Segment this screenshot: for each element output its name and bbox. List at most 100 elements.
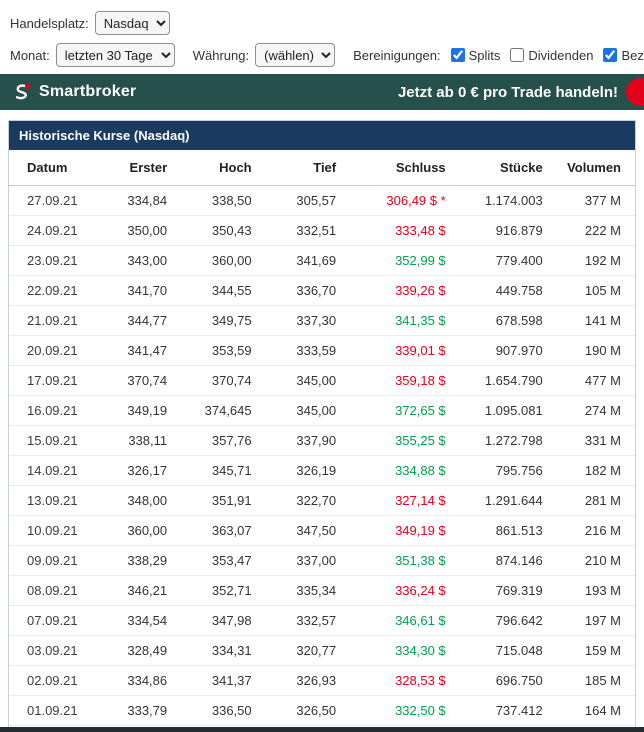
close-price: 359,18 $ <box>395 373 446 388</box>
cell-erster: 349,19 <box>97 396 182 426</box>
dividends-checkbox[interactable] <box>510 48 524 62</box>
table-row: 22.09.21341,70344,55336,70339,26 $449.75… <box>9 276 635 306</box>
cell-erster: 334,84 <box>97 186 182 216</box>
cell-schluss: 372,65 $ <box>350 396 460 426</box>
historical-prices-card: Historische Kurse (Nasdaq) DatumErsterHo… <box>8 120 636 732</box>
cell-erster: 334,54 <box>97 606 182 636</box>
cell-volumen: 197 M <box>557 606 635 636</box>
cell-hoch: 351,91 <box>181 486 266 516</box>
cell-volumen: 477 M <box>557 366 635 396</box>
cell-schluss: 333,48 $ <box>350 216 460 246</box>
cell-erster: 341,70 <box>97 276 182 306</box>
cell-datum: 22.09.21 <box>9 276 97 306</box>
cell-stuecke: 737.412 <box>460 696 557 726</box>
cell-hoch: 353,59 <box>181 336 266 366</box>
dividends-checkbox-label: Dividenden <box>528 48 593 63</box>
cell-erster: 370,74 <box>97 366 182 396</box>
cell-volumen: 222 M <box>557 216 635 246</box>
cell-stuecke: 779.400 <box>460 246 557 276</box>
dividends-checkbox-wrap[interactable]: Dividenden <box>510 48 593 63</box>
promo-banner[interactable]: Smartbroker Jetzt ab 0 € pro Trade hande… <box>0 74 644 110</box>
cell-stuecke: 696.750 <box>460 666 557 696</box>
cell-datum: 02.09.21 <box>9 666 97 696</box>
column-header-tief: Tief <box>266 150 351 186</box>
column-header-hoch: Hoch <box>181 150 266 186</box>
table-row: 14.09.21326,17345,71326,19334,88 $795.75… <box>9 456 635 486</box>
footnote-asterisk: * <box>437 193 446 208</box>
close-price: 333,48 $ <box>395 223 446 238</box>
cell-stuecke: 1.272.798 <box>460 426 557 456</box>
cell-tief: 337,90 <box>266 426 351 456</box>
column-header-stcke: Stücke <box>460 150 557 186</box>
currency-select[interactable]: (wählen) <box>255 43 335 67</box>
table-row: 07.09.21334,54347,98332,57346,61 $796.64… <box>9 606 635 636</box>
cell-tief: 332,51 <box>266 216 351 246</box>
cell-schluss: 349,19 $ <box>350 516 460 546</box>
cell-volumen: 331 M <box>557 426 635 456</box>
cell-schluss: 346,61 $ <box>350 606 460 636</box>
cell-hoch: 374,645 <box>181 396 266 426</box>
marketplace-select[interactable]: Nasdaq <box>95 11 170 35</box>
adjustments-label: Bereinigungen: <box>353 48 440 63</box>
close-price: 328,53 $ <box>395 673 446 688</box>
close-price: 355,25 $ <box>395 433 446 448</box>
cell-stuecke: 678.598 <box>460 306 557 336</box>
brand-name: Smartbroker <box>39 83 136 101</box>
close-price: 346,61 $ <box>395 613 446 628</box>
cell-datum: 14.09.21 <box>9 456 97 486</box>
cell-schluss: 341,35 $ <box>350 306 460 336</box>
cell-erster: 326,17 <box>97 456 182 486</box>
cell-tief: 337,30 <box>266 306 351 336</box>
cell-hoch: 338,50 <box>181 186 266 216</box>
marketplace-label: Handelsplatz: <box>10 16 89 31</box>
cell-stuecke: 795.756 <box>460 456 557 486</box>
cell-tief: 335,34 <box>266 576 351 606</box>
cell-volumen: 164 M <box>557 696 635 726</box>
cell-tief: 347,50 <box>266 516 351 546</box>
cell-tief: 341,69 <box>266 246 351 276</box>
subscription-rights-checkbox-label: Bezugsrechte <box>621 48 644 63</box>
cell-tief: 345,00 <box>266 396 351 426</box>
splits-checkbox-wrap[interactable]: Splits <box>451 48 501 63</box>
cell-tief: 326,19 <box>266 456 351 486</box>
promo-text: Jetzt ab 0 € pro Trade handeln! <box>398 84 618 101</box>
subscription-rights-checkbox[interactable] <box>603 48 617 62</box>
subscription-rights-checkbox-wrap[interactable]: Bezugsrechte <box>603 48 644 63</box>
cell-datum: 23.09.21 <box>9 246 97 276</box>
promo-badge[interactable] <box>626 78 644 106</box>
table-row: 10.09.21360,00363,07347,50349,19 $861.51… <box>9 516 635 546</box>
column-header-schluss: Schluss <box>350 150 460 186</box>
table-row: 27.09.21334,84338,50305,57306,49 $ *1.17… <box>9 186 635 216</box>
cell-volumen: 159 M <box>557 636 635 666</box>
cell-volumen: 281 M <box>557 486 635 516</box>
cell-hoch: 370,74 <box>181 366 266 396</box>
splits-checkbox[interactable] <box>451 48 465 62</box>
cell-hoch: 349,75 <box>181 306 266 336</box>
cell-volumen: 105 M <box>557 276 635 306</box>
cell-schluss: 339,26 $ <box>350 276 460 306</box>
cell-datum: 20.09.21 <box>9 336 97 366</box>
table-row: 16.09.21349,19374,645345,00372,65 $1.095… <box>9 396 635 426</box>
table-title: Historische Kurse (Nasdaq) <box>9 121 635 150</box>
cell-volumen: 377 M <box>557 186 635 216</box>
cell-erster: 344,77 <box>97 306 182 336</box>
close-price: 334,30 $ <box>395 643 446 658</box>
historical-prices-table: DatumErsterHochTiefSchlussStückeVolumen … <box>9 150 635 732</box>
close-price: 339,01 $ <box>395 343 446 358</box>
splits-checkbox-label: Splits <box>469 48 501 63</box>
cell-datum: 10.09.21 <box>9 516 97 546</box>
cell-tief: 337,00 <box>266 546 351 576</box>
cell-hoch: 352,71 <box>181 576 266 606</box>
cell-stuecke: 1.291.644 <box>460 486 557 516</box>
cell-erster: 338,29 <box>97 546 182 576</box>
cell-stuecke: 769.319 <box>460 576 557 606</box>
month-select[interactable]: letzten 30 Tage <box>56 43 175 67</box>
filter-row-options: Monat: letzten 30 Tage Währung: (wählen)… <box>10 40 634 70</box>
table-row: 23.09.21343,00360,00341,69352,99 $779.40… <box>9 246 635 276</box>
cell-stuecke: 916.879 <box>460 216 557 246</box>
filter-row-marketplace: Handelsplatz: Nasdaq <box>10 8 634 38</box>
close-price: 349,19 $ <box>395 523 446 538</box>
close-price: 332,50 $ <box>395 703 446 718</box>
cell-erster: 343,00 <box>97 246 182 276</box>
cell-stuecke: 796.642 <box>460 606 557 636</box>
